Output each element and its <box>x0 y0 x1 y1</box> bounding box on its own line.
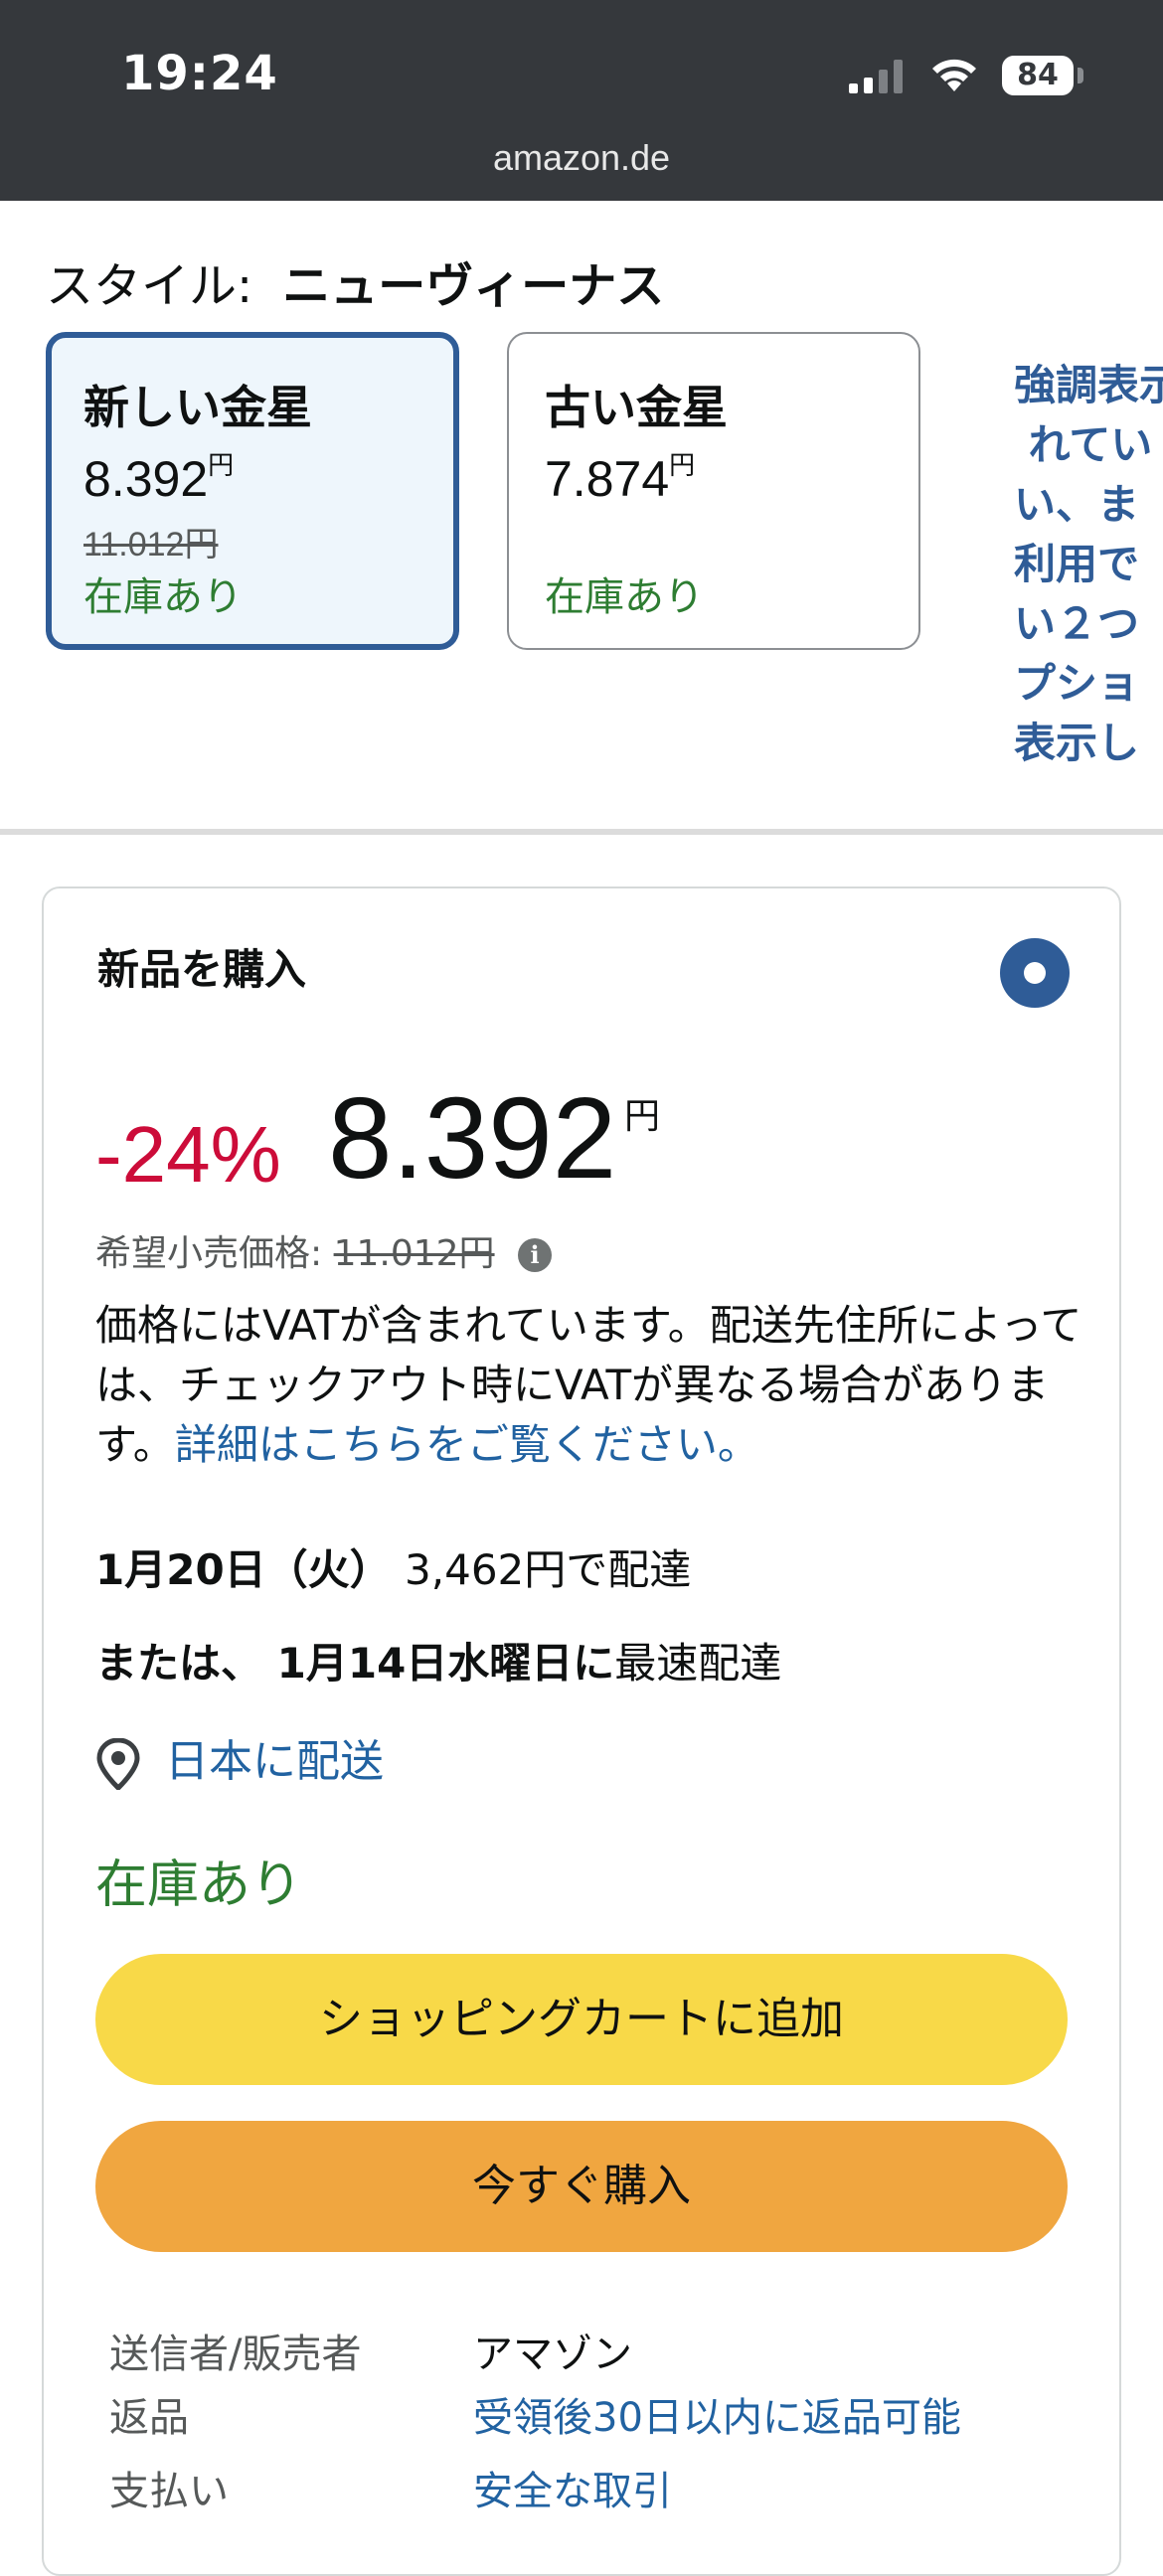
status-time: 19:24 <box>121 46 278 101</box>
returns-policy-link[interactable]: 受領後30日以内に返品可能 <box>473 2385 961 2443</box>
fastest-date: または、 1月14日水曜日に <box>95 1639 615 1688</box>
current-price: 8.392 <box>328 1073 617 1203</box>
list-price-label: 希望小売価格: <box>95 1233 323 1274</box>
wifi-icon <box>932 59 976 91</box>
style-selector-header: スタイル: ニューヴィーナス <box>46 246 664 316</box>
price-currency: 円 <box>624 1096 661 1137</box>
style-selected-value: ニューヴィーナス <box>282 258 665 314</box>
returns-label: 返品 <box>109 2395 189 2441</box>
delivery-info: 1月20日（火） 3,462円で配達 <box>95 1536 691 1597</box>
list-price-value: 11.012円 <box>333 1233 495 1274</box>
fastest-label: 最速配達 <box>614 1639 782 1688</box>
secure-transaction-link[interactable]: 安全な取引 <box>473 2459 672 2516</box>
style-option-old-venus[interactable]: 古い金星 7.874円 在庫あり <box>507 332 920 650</box>
info-icon[interactable]: i <box>518 1238 553 1272</box>
option-list-price: 11.012円 <box>83 526 219 564</box>
seller-label: 送信者/販売者 <box>109 2332 362 2377</box>
vat-notice: 価格にはVATが含まれています。配送先住所によっては、チェックアウト時にVATが… <box>95 1296 1089 1475</box>
style-label: スタイル: <box>46 258 253 314</box>
discount-percentage: -24% <box>95 1110 281 1199</box>
option-name: 新しい金星 <box>83 381 312 434</box>
seller-value: アマゾン <box>473 2332 632 2377</box>
ship-to-label: 日本に配送 <box>165 1736 384 1787</box>
battery-indicator: 84 <box>1002 56 1074 95</box>
section-divider <box>0 829 1163 835</box>
buy-new-radio[interactable] <box>1000 938 1070 1008</box>
vat-details-link[interactable]: 詳細はこちらをご覧ください。 <box>175 1420 759 1469</box>
option-stock: 在庫あり <box>83 574 243 620</box>
location-pin-icon <box>96 1738 140 1790</box>
ship-to-link[interactable]: 日本に配送 <box>95 1725 384 1790</box>
add-to-cart-button[interactable]: ショッピングカートに追加 <box>95 1954 1068 2085</box>
battery-nub <box>1078 68 1083 83</box>
status-bar: 19:24 84 amazon.de <box>0 0 1163 201</box>
cellular-signal-icon <box>849 60 903 93</box>
buy-now-button[interactable]: 今すぐ購入 <box>95 2121 1068 2252</box>
option-name: 古い金星 <box>545 381 728 434</box>
delivery-date: 1月20日（火） <box>95 1545 392 1594</box>
style-options-note: 強調表示 れてい い、ま 利用で い２つ プショ 表示し <box>1014 361 1163 767</box>
delivery-cost: 3,462円で配達 <box>405 1545 692 1594</box>
payment-label: 支払い <box>109 2469 229 2514</box>
list-price: 希望小売価格: 11.012円 i <box>95 1224 553 1276</box>
option-price: 7.874円 <box>545 450 696 507</box>
address-bar[interactable]: amazon.de <box>0 137 1163 179</box>
buy-box: 新品を購入 -24% 8.392 円 希望小売価格: 11.012円 i 価格に… <box>42 886 1121 2576</box>
buy-new-title: 新品を購入 <box>97 945 307 994</box>
option-stock: 在庫あり <box>545 574 704 620</box>
availability: 在庫あり <box>95 1855 303 1915</box>
style-option-new-venus[interactable]: 新しい金星 8.392円 11.012円 在庫あり <box>46 332 459 650</box>
fastest-delivery: または、 1月14日水曜日に最速配達 <box>95 1630 781 1690</box>
option-price: 8.392円 <box>83 450 235 507</box>
